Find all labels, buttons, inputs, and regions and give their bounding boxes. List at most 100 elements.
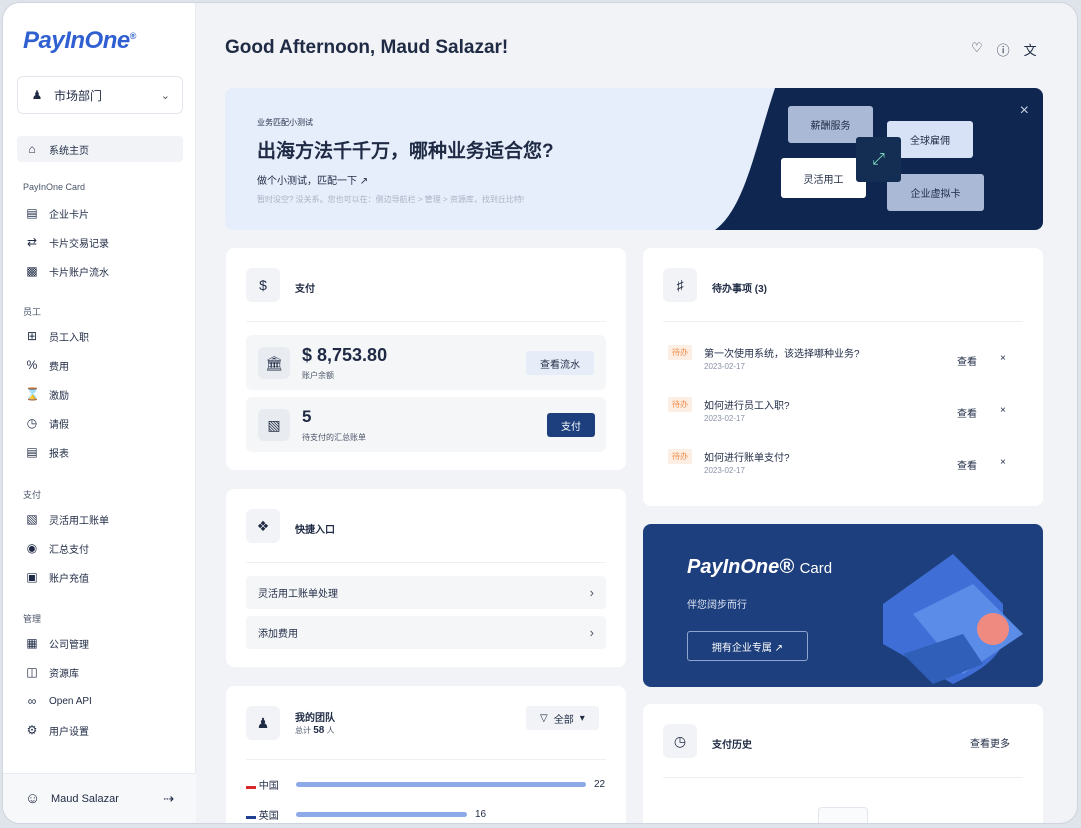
wallet-icon: ▣ (26, 570, 38, 584)
empty-state-illustration (818, 807, 868, 823)
department-selector[interactable]: ♟ 市场部门 ⌄ (17, 76, 183, 114)
banner-title: 出海方法千千万，哪种业务适合您? (257, 141, 554, 162)
credit-card-icon: ▤ (26, 206, 38, 220)
team-icon: ♟ (31, 88, 43, 102)
todo-badge: 待办 (668, 345, 692, 360)
sidebar-item-home[interactable]: ⌂ 系统主页 (17, 136, 183, 162)
app-window: PayInOne® ♟ 市场部门 ⌄ ⌂ 系统主页 PayInOne Card … (2, 2, 1078, 824)
todo-view-link[interactable]: 查看 (957, 353, 977, 368)
chevron-right-icon: › (589, 625, 594, 640)
grid-icon: ⊞ (26, 329, 38, 343)
sidebar-item-expenses[interactable]: % 费用 (17, 352, 183, 378)
sidebar-item-label: 员工入职 (49, 332, 89, 344)
quick-item-add-expense[interactable]: 添加费用 › (246, 616, 606, 649)
sidebar-item-batch-pay[interactable]: ◉ 汇总支付 (17, 535, 183, 561)
clock-icon: ◷ (663, 724, 697, 758)
sidebar-item-leave[interactable]: ◷ 请假 (17, 410, 183, 436)
quick-item-flex-bills[interactable]: 灵活用工账单处理 › (246, 576, 606, 609)
todo-date: 2023-02-17 (704, 414, 745, 423)
payment-card: $ 支付 🏛 $ 8,753.80 账户余额 查看流水 ▧ 5 待支付的汇总账单… (226, 248, 626, 470)
sidebar-item-card-statement[interactable]: ▩ 卡片账户流水 (17, 258, 183, 284)
payment-history-card: ◷ 支付历史 查看更多 (643, 704, 1043, 823)
todo-date: 2023-02-17 (704, 362, 745, 371)
todo-view-link[interactable]: 查看 (957, 457, 977, 472)
promo-brand-name: PayInOne (687, 556, 780, 578)
hourglass-icon: ⌛ (25, 387, 40, 401)
history-more-link[interactable]: 查看更多 (970, 735, 1010, 750)
layers-icon: ❖ (246, 509, 280, 543)
history-title: 支付历史 (712, 740, 752, 751)
pending-label: 待支付的汇总账单 (302, 433, 366, 442)
sidebar-item-resources[interactable]: ◫ 资源库 (17, 659, 183, 685)
quick-item-label: 添加费用 (258, 629, 298, 640)
user-bar: ☺ Maud Salazar ⇢ (3, 773, 196, 823)
team-title: 我的团队 (295, 713, 335, 724)
bill-icon: ▧ (26, 512, 38, 526)
todo-text: 如何进行员工入职? (704, 401, 790, 412)
bell-icon[interactable]: ♡ (971, 40, 983, 59)
book-icon: ◫ (26, 665, 38, 679)
sidebar-item-onboarding[interactable]: ⊞ 员工入职 (17, 323, 183, 349)
team-bar (296, 781, 586, 787)
banner-cta-link[interactable]: 做个小测试，匹配一下 ↗ (257, 172, 368, 187)
dollar-icon: $ (246, 268, 280, 302)
banner-hint: 暂时没空? 没关系。您也可以在：侧边导航栏 > 管理 > 资源库，找到丘比特! (257, 195, 525, 204)
tag-label: 企业虚拟卡 (910, 189, 961, 200)
sidebar-item-open-api[interactable]: ∞ Open API (17, 688, 183, 714)
caret-down-icon: ▾ (579, 712, 585, 724)
todo-view-link[interactable]: 查看 (957, 405, 977, 420)
sidebar-item-incentives[interactable]: ⌛ 激励 (17, 381, 183, 407)
sidebar-item-company[interactable]: ▦ 公司管理 (17, 630, 183, 656)
sidebar-item-label: 费用 (49, 361, 69, 373)
sidebar-item-label: 用户设置 (49, 726, 89, 738)
promo-cta-button[interactable]: 拥有企业专属 ↗ (687, 631, 808, 661)
promo-subtitle: 伴您阔步而行 (687, 600, 747, 611)
translate-icon[interactable]: 文 (1024, 40, 1037, 59)
pay-button[interactable]: 支付 (547, 413, 595, 437)
close-icon[interactable]: × (1020, 102, 1029, 120)
sidebar-item-label: 卡片交易记录 (49, 238, 109, 250)
team-filter-dropdown[interactable]: ▽ 全部 ▾ (526, 706, 599, 730)
sidebar: PayInOne® ♟ 市场部门 ⌄ ⌂ 系统主页 PayInOne Card … (3, 3, 196, 823)
help-icon[interactable]: ⓘ (997, 40, 1010, 59)
clock-icon: ◷ (26, 416, 38, 430)
sidebar-item-top-up[interactable]: ▣ 账户充值 (17, 564, 183, 590)
logout-icon[interactable]: ⇢ (163, 791, 174, 807)
todo-dismiss-icon[interactable]: × (1000, 353, 1006, 364)
team-bar (296, 811, 467, 817)
sidebar-item-user-settings[interactable]: ⚙ 用户设置 (17, 717, 183, 743)
brand-logo[interactable]: PayInOne® (23, 27, 136, 55)
bank-icon: 🏛 (258, 347, 290, 379)
divider (246, 321, 606, 322)
bill-icon: ▧ (258, 409, 290, 441)
team-row: ▬ 英国 16 (246, 807, 486, 822)
team-country: ▬ 英国 (246, 807, 296, 822)
todo-text: 第一次使用系统，该选择哪种业务? (704, 349, 860, 360)
sidebar-item-label: 卡片账户流水 (49, 267, 109, 279)
exchange-icon: ⇄ (26, 235, 38, 249)
team-total-suffix: 人 (326, 726, 335, 735)
divider (663, 777, 1023, 778)
todo-dismiss-icon[interactable]: × (1000, 405, 1006, 416)
todo-dismiss-icon[interactable]: × (1000, 457, 1006, 468)
sidebar-item-label: 资源库 (49, 668, 79, 680)
chevron-down-icon: ⌄ (160, 89, 170, 102)
sidebar-item-card-transactions[interactable]: ⇄ 卡片交易记录 (17, 229, 183, 255)
todo-text: 如何进行账单支付? (704, 453, 790, 464)
sidebar-item-reports[interactable]: ▤ 报表 (17, 439, 183, 465)
logo-text: PayInOne (23, 27, 130, 54)
todo-item: 待办 如何进行员工入职? 2023-02-17 查看 × (668, 397, 1018, 437)
section-label-pay: 支付 (23, 490, 42, 500)
sidebar-item-label: 激励 (49, 390, 69, 402)
logo-mark: ® (129, 31, 137, 41)
todo-item: 待办 如何进行账单支付? 2023-02-17 查看 × (668, 449, 1018, 489)
sidebar-item-label: 系统主页 (49, 145, 89, 157)
team-filter-label: 全部 (553, 714, 574, 726)
payment-title: 支付 (295, 284, 315, 295)
view-flow-button[interactable]: 查看流水 (526, 351, 594, 375)
pending-row: ▧ 5 待支付的汇总账单 支付 (246, 397, 606, 452)
sidebar-item-flex-bills[interactable]: ▧ 灵活用工账单 (17, 506, 183, 532)
todo-date: 2023-02-17 (704, 466, 745, 475)
sidebar-item-company-card[interactable]: ▤ 企业卡片 (17, 200, 183, 226)
team-row: ▬ 中国 22 (246, 777, 605, 792)
